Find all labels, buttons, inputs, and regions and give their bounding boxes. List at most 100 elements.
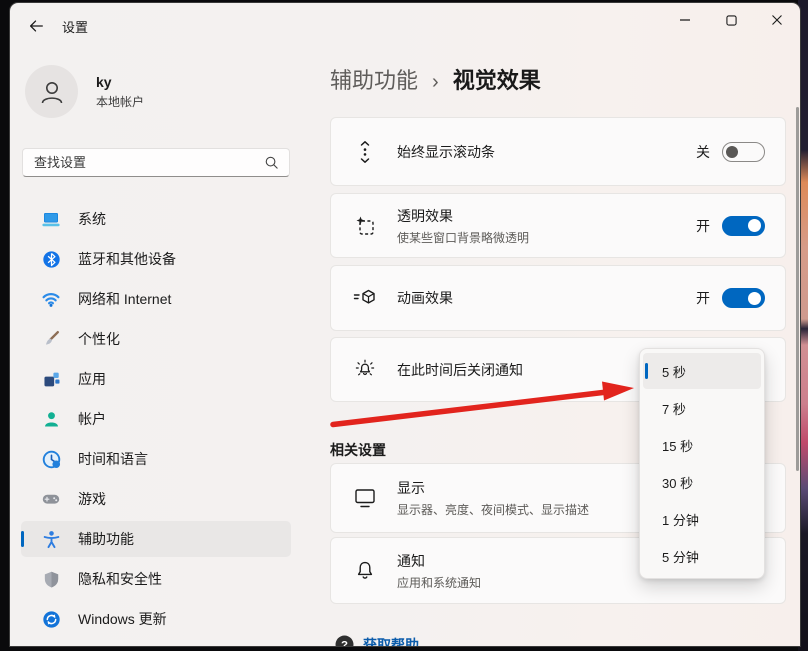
sidebar-item-label: 辅助功能 xyxy=(78,529,134,549)
animation-toggle[interactable] xyxy=(722,288,765,308)
sidebar-item-bluetooth[interactable]: 蓝牙和其他设备 xyxy=(21,241,291,277)
sidebar-item-label: 系统 xyxy=(78,209,106,229)
dropdown-option-5min[interactable]: 5 分钟 xyxy=(643,538,761,574)
sidebar-item-label: 网络和 Internet xyxy=(78,289,171,309)
sidebar-item-label: Windows 更新 xyxy=(78,609,167,629)
toggle-knob xyxy=(726,146,738,158)
setting-title: 始终显示滚动条 xyxy=(397,142,696,162)
scrollbar-icon xyxy=(353,140,377,164)
windows-update-icon xyxy=(41,609,61,629)
toggle-state-label: 开 xyxy=(696,216,710,236)
dropdown-option-label: 5 分钟 xyxy=(662,547,699,566)
dropdown-option-label: 5 秒 xyxy=(662,362,686,381)
setting-subtitle: 使某些窗口背景略微透明 xyxy=(397,229,696,246)
sidebar-item-label: 蓝牙和其他设备 xyxy=(78,249,176,269)
sidebar-item-personalization[interactable]: 个性化 xyxy=(21,321,291,357)
bluetooth-icon xyxy=(41,249,61,269)
privacy-icon xyxy=(41,569,61,589)
sidebar-item-label: 隐私和安全性 xyxy=(78,569,162,589)
avatar xyxy=(25,65,78,118)
get-help-row[interactable]: ? 获取帮助 xyxy=(334,634,419,646)
toggle-state-label: 关 xyxy=(696,142,710,162)
selected-accent-bar xyxy=(645,363,648,379)
page-title: 视觉效果 xyxy=(453,63,541,95)
user-name: ky xyxy=(96,74,144,90)
toggle-knob xyxy=(748,292,761,305)
back-arrow-icon xyxy=(27,17,45,35)
close-button[interactable] xyxy=(754,3,800,37)
dropdown-option-label: 30 秒 xyxy=(662,473,693,492)
accounts-icon xyxy=(41,409,61,429)
system-icon xyxy=(41,209,61,229)
sidebar-item-accessibility[interactable]: 辅助功能 xyxy=(21,521,291,557)
user-account-type: 本地帐户 xyxy=(96,93,144,110)
settings-search-box xyxy=(22,148,290,177)
setting-title: 动画效果 xyxy=(397,288,696,308)
sidebar-item-label: 应用 xyxy=(78,369,106,389)
window-scrollbar[interactable] xyxy=(796,107,799,471)
screenshot-root: 设置 ky 本地帐户 xyxy=(0,0,808,651)
dropdown-option-30s[interactable]: 30 秒 xyxy=(643,464,761,500)
duration-dropdown-flyout: 5 秒 7 秒 15 秒 30 秒 1 分钟 5 分钟 xyxy=(639,348,765,579)
window-title: 设置 xyxy=(62,17,88,36)
breadcrumb-parent[interactable]: 辅助功能 xyxy=(330,63,418,95)
network-icon xyxy=(41,289,61,309)
maximize-button[interactable] xyxy=(708,3,754,37)
get-help-link[interactable]: 获取帮助 xyxy=(363,635,419,647)
user-profile[interactable]: ky 本地帐户 xyxy=(25,65,144,118)
display-icon xyxy=(353,486,377,510)
setting-card-always-show-scrollbars: 始终显示滚动条 关 xyxy=(330,117,786,186)
sidebar-item-privacy[interactable]: 隐私和安全性 xyxy=(21,561,291,597)
title-bar: 设置 xyxy=(10,3,800,47)
selected-accent-bar xyxy=(21,531,24,547)
dropdown-option-label: 1 分钟 xyxy=(662,510,699,529)
sidebar-item-system[interactable]: 系统 xyxy=(21,201,291,237)
dropdown-option-label: 7 秒 xyxy=(662,399,686,418)
sidebar-item-network[interactable]: 网络和 Internet xyxy=(21,281,291,317)
back-button[interactable] xyxy=(20,13,52,39)
toggle-state-label: 开 xyxy=(696,288,710,308)
sidebar-item-label: 游戏 xyxy=(78,489,106,509)
minimize-button[interactable] xyxy=(662,3,708,37)
sidebar-item-label: 个性化 xyxy=(78,329,120,349)
maximize-icon xyxy=(726,15,737,26)
sidebar-nav: 系统 蓝牙和其他设备 网络和 Internet 个性化 xyxy=(21,201,291,641)
transparency-toggle[interactable] xyxy=(722,216,765,236)
dropdown-option-7s[interactable]: 7 秒 xyxy=(643,390,761,426)
dropdown-option-15s[interactable]: 15 秒 xyxy=(643,427,761,463)
close-icon xyxy=(771,14,783,26)
sidebar-item-label: 时间和语言 xyxy=(78,449,148,469)
sidebar-item-apps[interactable]: 应用 xyxy=(21,361,291,397)
notifications-icon xyxy=(353,559,377,583)
search-input[interactable] xyxy=(23,155,264,170)
setting-card-animation: 动画效果 开 xyxy=(330,265,786,331)
setting-title: 透明效果 xyxy=(397,206,696,226)
sidebar-item-gaming[interactable]: 游戏 xyxy=(21,481,291,517)
breadcrumb-chevron-icon: › xyxy=(432,71,439,94)
dropdown-option-label: 15 秒 xyxy=(662,436,693,455)
accessibility-icon xyxy=(41,529,61,549)
time-language-icon xyxy=(41,449,61,469)
apps-icon xyxy=(41,369,61,389)
window-controls xyxy=(662,3,800,37)
sidebar-item-windows-update[interactable]: Windows 更新 xyxy=(21,601,291,637)
transparency-icon xyxy=(353,214,377,238)
dismiss-notifications-icon xyxy=(353,358,377,382)
dropdown-option-1min[interactable]: 1 分钟 xyxy=(643,501,761,537)
toggle-knob xyxy=(748,219,761,232)
personalization-icon xyxy=(41,329,61,349)
settings-window: 设置 ky 本地帐户 xyxy=(10,3,800,646)
related-settings-heading: 相关设置 xyxy=(330,440,386,460)
sidebar-item-label: 帐户 xyxy=(78,409,106,429)
minimize-icon xyxy=(679,14,691,26)
sidebar-item-accounts[interactable]: 帐户 xyxy=(21,401,291,437)
sidebar-item-time-language[interactable]: 时间和语言 xyxy=(21,441,291,477)
gaming-icon xyxy=(41,489,61,509)
setting-card-transparency: 透明效果 使某些窗口背景略微透明 开 xyxy=(330,193,786,258)
animation-icon xyxy=(353,286,377,310)
help-icon: ? xyxy=(334,634,355,646)
dropdown-option-5s[interactable]: 5 秒 xyxy=(643,353,761,389)
search-icon[interactable] xyxy=(264,155,289,170)
svg-text:?: ? xyxy=(341,639,348,646)
scrollbars-toggle[interactable] xyxy=(722,142,765,162)
